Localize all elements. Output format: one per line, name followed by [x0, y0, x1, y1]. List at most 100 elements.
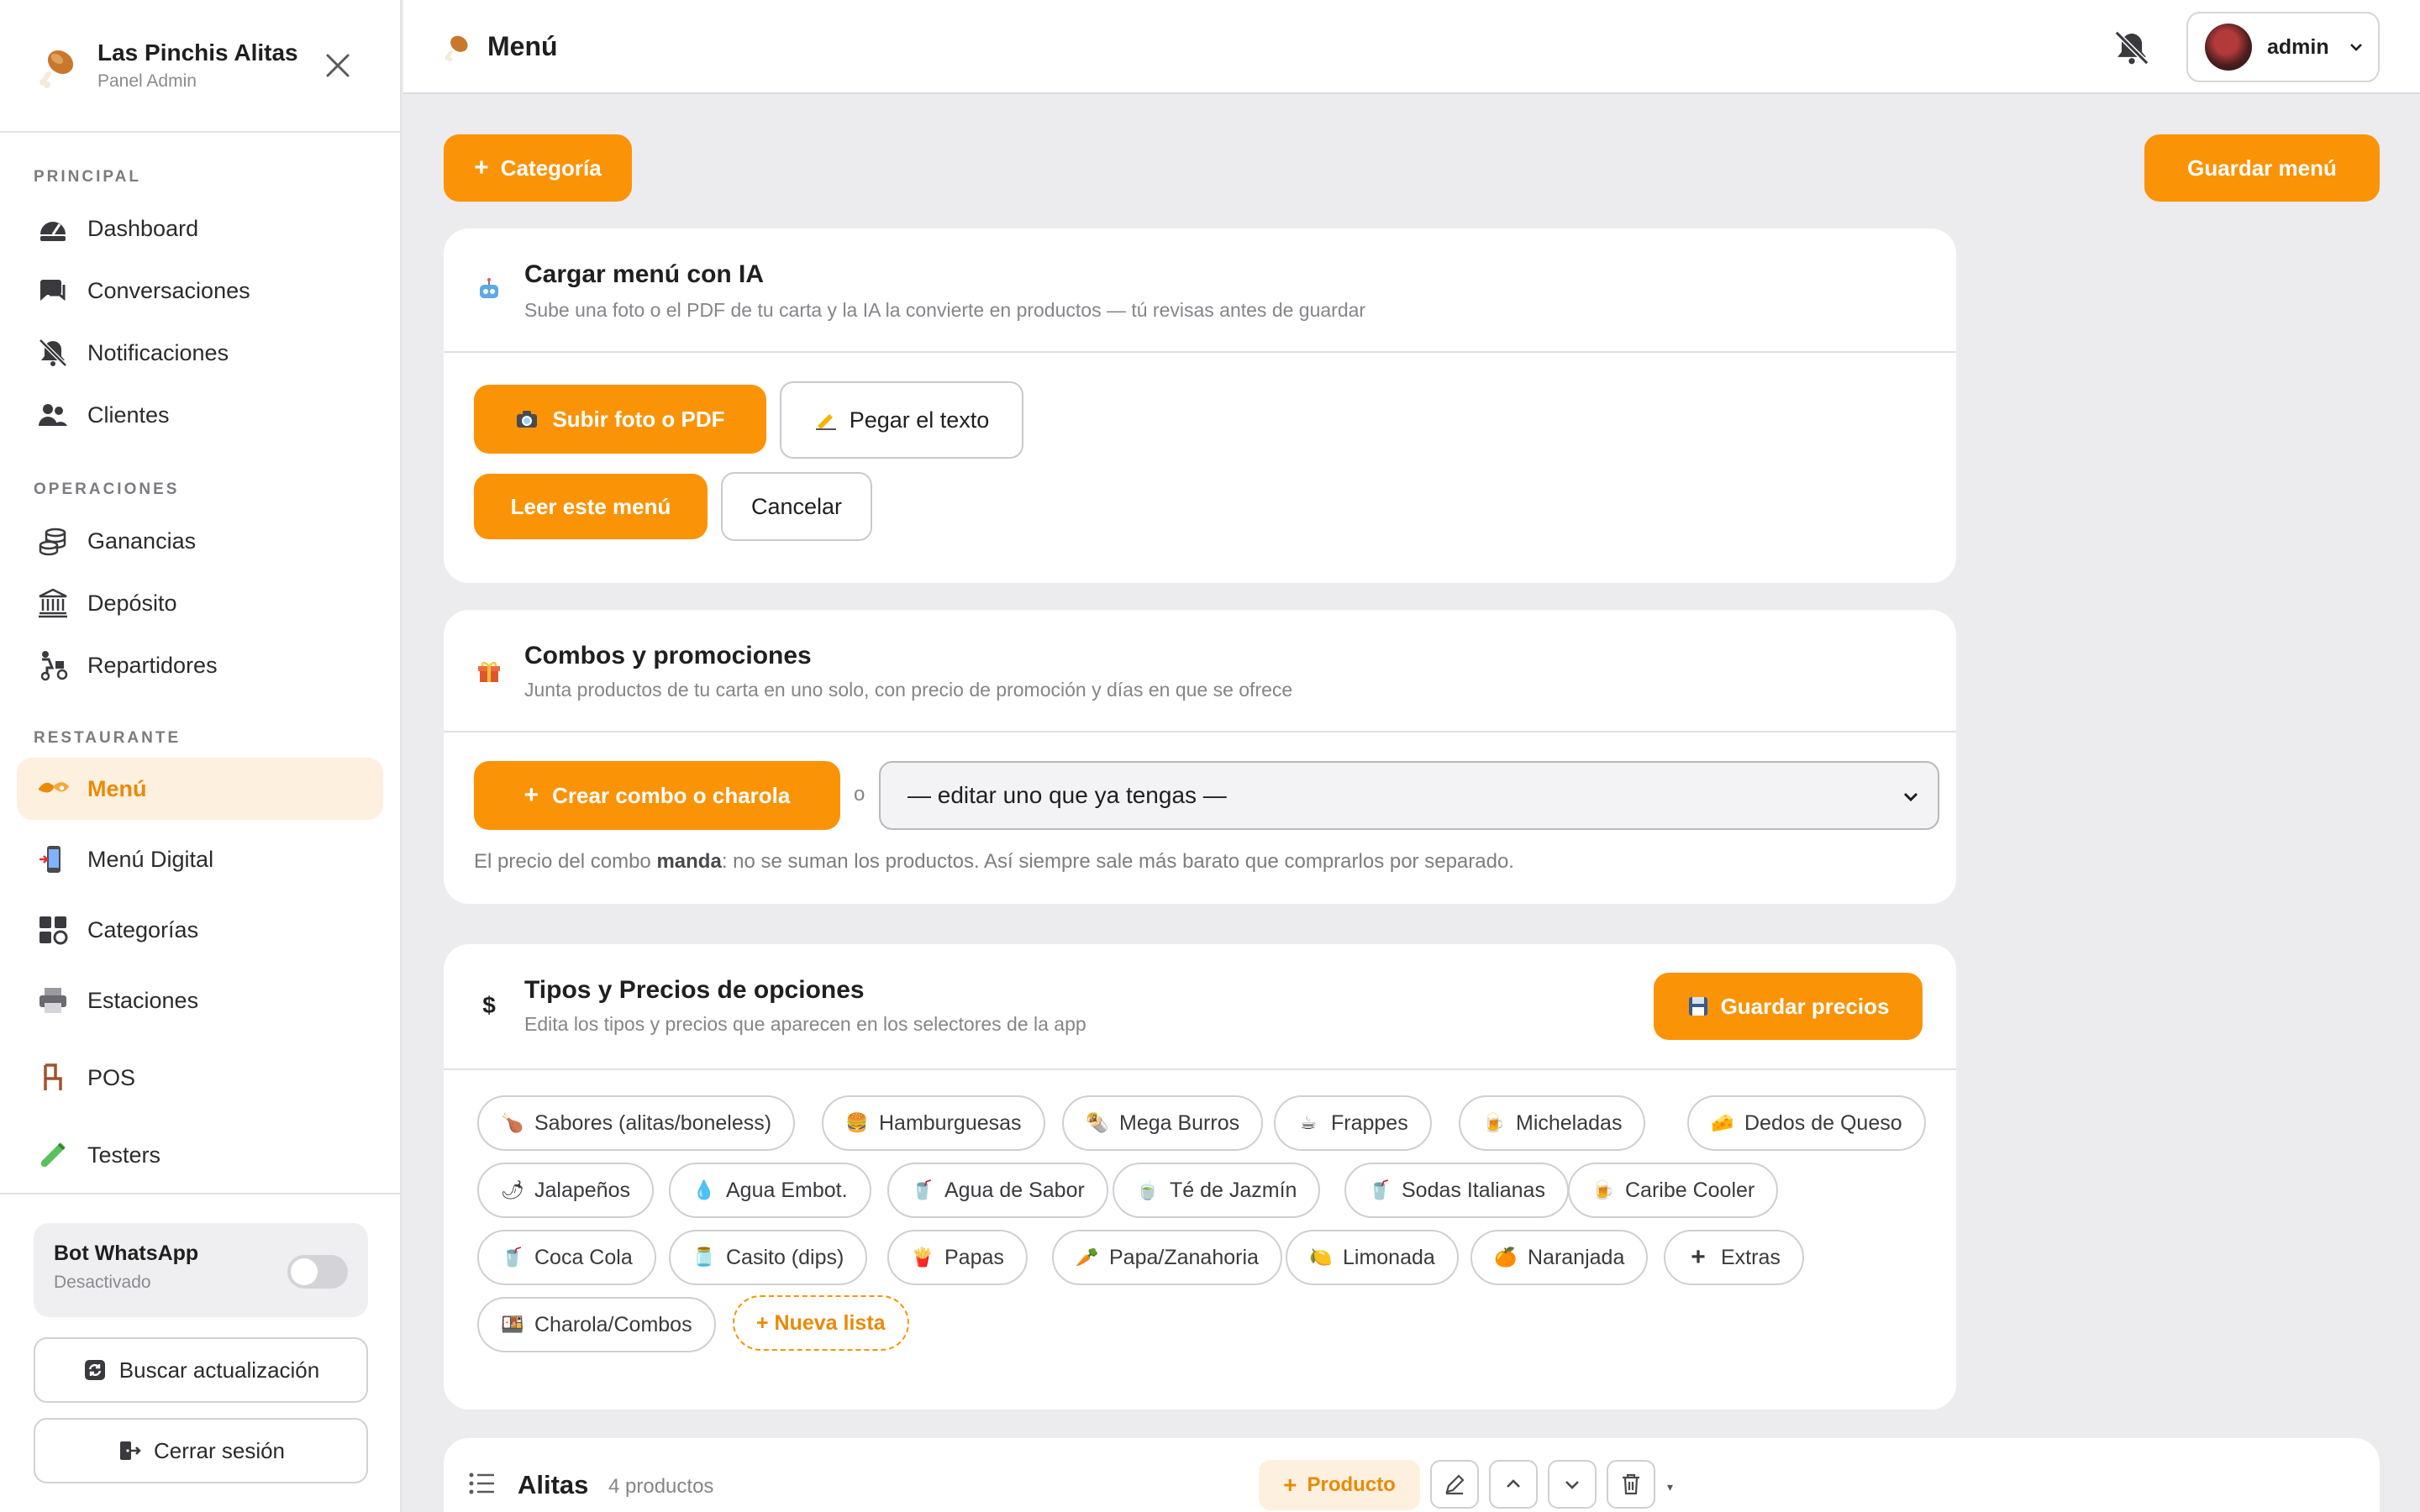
paste-text-button[interactable]: Pegar el texto	[780, 381, 1023, 459]
sidebar-item-label: POS	[87, 1064, 136, 1090]
chevron-down-icon	[1562, 1474, 1582, 1494]
combo-select-value: — editar uno que ya tengas —	[908, 782, 1227, 808]
robot-icon	[474, 274, 504, 304]
sidebar-item-testers[interactable]: Testers	[17, 1124, 383, 1186]
close-icon[interactable]	[321, 49, 355, 82]
read-menu-button[interactable]: Leer este menú	[474, 474, 708, 539]
sidebar-item-clientes[interactable]: Clientes	[17, 384, 383, 446]
chip-hamburguesas[interactable]: 🍔 Hamburguesas	[822, 1095, 1045, 1151]
sidebar-item-label: Estaciones	[87, 987, 199, 1013]
chip-dedos-de-queso[interactable]: 🧀 Dedos de Queso	[1687, 1095, 1926, 1151]
chat-icon	[35, 273, 71, 308]
sidebar-section-restaurante: RESTAURANTE	[0, 729, 400, 748]
add-product-button[interactable]: + Producto	[1259, 1460, 1420, 1510]
sidebar-nav-operaciones: Ganancias Depósito Repartidores	[0, 510, 400, 696]
chip-label: Hamburguesas	[879, 1110, 1022, 1135]
sidebar-item-menu-digital[interactable]: Menú Digital	[17, 828, 383, 890]
chip-charola-combos[interactable]: 🍱 Charola/Combos	[477, 1297, 716, 1352]
new-list-button[interactable]: + Nueva lista	[733, 1295, 909, 1351]
user-menu-button[interactable]: admin	[2186, 12, 2380, 82]
chip-jalapenos[interactable]: 🌶 Jalapeños	[477, 1163, 654, 1218]
create-combo-label: Crear combo o charola	[552, 782, 791, 808]
beer-icon: 🍺	[1591, 1179, 1615, 1200]
sidebar-item-label: Categorías	[87, 916, 199, 942]
category-count: 4 productos	[608, 1475, 714, 1498]
edit-category-button[interactable]	[1430, 1460, 1479, 1509]
sidebar-item-label: Clientes	[87, 402, 170, 428]
update-button[interactable]: Buscar actualización	[34, 1337, 368, 1403]
chip-papa-zanahoria[interactable]: 🥕 Papa/Zanahoria	[1052, 1230, 1282, 1285]
ai-card-title: Cargar menú con IA	[524, 260, 765, 288]
gift-icon	[474, 657, 504, 687]
plus-icon: +	[474, 154, 489, 181]
sidebar-item-dashboard[interactable]: Dashboard	[17, 197, 383, 260]
combo-select[interactable]: — editar uno que ya tengas —	[879, 761, 1939, 830]
chip-frappes[interactable]: ☕ Frappes	[1274, 1095, 1432, 1151]
chip-label: Frappes	[1331, 1110, 1408, 1135]
move-up-button[interactable]	[1489, 1460, 1538, 1509]
sidebar-item-estaciones[interactable]: Estaciones	[17, 969, 383, 1032]
chip-agua-embot[interactable]: 💧 Agua Embot.	[669, 1163, 871, 1218]
sidebar-nav-restaurante: Menú Menú Digital Categorías Estaciones …	[0, 758, 400, 1186]
jar-icon: 🫙	[692, 1247, 716, 1268]
chip-casito-dips[interactable]: 🫙 Casito (dips)	[669, 1230, 868, 1285]
delete-category-button[interactable]	[1607, 1460, 1655, 1509]
users-icon	[35, 397, 71, 433]
chip-extras[interactable]: + Extras	[1664, 1230, 1804, 1285]
logout-button-label: Cerrar sesión	[153, 1437, 286, 1463]
logout-button[interactable]: Cerrar sesión	[34, 1418, 368, 1483]
chip-label: Caribe Cooler	[1625, 1178, 1755, 1202]
refresh-icon	[82, 1357, 108, 1383]
more-caret-icon[interactable]: ▾	[1667, 1480, 1673, 1494]
beer-icon: 🍺	[1482, 1112, 1506, 1133]
cancel-label: Cancelar	[750, 493, 843, 519]
combos-card: Combos y promociones Junta productos de …	[444, 610, 1956, 904]
brand-header: Las Pinchis Alitas Panel Admin	[0, 0, 400, 133]
sidebar-item-pos[interactable]: POS	[17, 1047, 383, 1109]
chip-papas[interactable]: 🍟 Papas	[887, 1230, 1028, 1285]
chip-label: Extras	[1721, 1245, 1781, 1269]
sidebar-item-menu[interactable]: Menú	[17, 758, 383, 820]
move-down-button[interactable]	[1548, 1460, 1597, 1509]
chip-caribe-cooler[interactable]: 🍺 Caribe Cooler	[1568, 1163, 1779, 1218]
section-label: PRINCIPAL	[34, 168, 141, 186]
ai-menu-card: Cargar menú con IA Sube una foto o el PD…	[444, 228, 1956, 583]
save-prices-button[interactable]: Guardar precios	[1654, 973, 1923, 1040]
pepper-icon: 🌶	[501, 1179, 524, 1200]
sidebar-item-notificaciones[interactable]: Notificaciones	[17, 322, 383, 384]
combos-card-header: Combos y promociones Junta productos de …	[444, 610, 1956, 732]
option-prices-card: $ Tipos y Precios de opciones Edita los …	[444, 944, 1956, 1410]
chip-micheladas[interactable]: 🍺 Micheladas	[1459, 1095, 1646, 1151]
add-product-label: Producto	[1307, 1473, 1396, 1496]
read-menu-label: Leer este menú	[510, 493, 671, 519]
chip-agua-de-sabor[interactable]: 🥤 Agua de Sabor	[887, 1163, 1108, 1218]
chip-sabores[interactable]: 🍗 Sabores (alitas/boneless)	[477, 1095, 796, 1151]
cup-icon: 🥤	[1368, 1179, 1392, 1200]
chip-coca-cola[interactable]: 🥤 Coca Cola	[477, 1230, 656, 1285]
note-text: El precio del combo	[474, 850, 657, 873]
sidebar-item-categorias[interactable]: Categorías	[17, 899, 383, 961]
chip-sodas-italianas[interactable]: 🥤 Sodas Italianas	[1344, 1163, 1569, 1218]
combos-card-subtitle: Junta productos de tu carta en uno solo,…	[524, 679, 1293, 701]
cancel-button[interactable]: Cancelar	[721, 472, 872, 541]
bell-off-icon[interactable]	[2112, 29, 2151, 67]
chip-mega-burros[interactable]: 🌯 Mega Burros	[1062, 1095, 1264, 1151]
create-combo-button[interactable]: + Crear combo o charola	[474, 761, 840, 830]
orange-icon: 🍊	[1494, 1247, 1518, 1268]
add-category-button[interactable]: + Categoría	[444, 134, 632, 202]
chip-te-de-jazmin[interactable]: 🍵 Té de Jazmín	[1113, 1163, 1321, 1218]
sidebar-item-conversaciones[interactable]: Conversaciones	[17, 260, 383, 322]
bot-toggle[interactable]	[287, 1255, 348, 1289]
chip-limonada[interactable]: 🍋 Limonada	[1286, 1230, 1459, 1285]
drumstick-icon: 🍗	[501, 1112, 524, 1133]
chip-naranjada[interactable]: 🍊 Naranjada	[1470, 1230, 1649, 1285]
section-label: RESTAURANTE	[34, 729, 182, 747]
sidebar-item-ganancias[interactable]: Ganancias	[17, 510, 383, 572]
cup-icon: 🥤	[911, 1179, 934, 1200]
sidebar-item-repartidores[interactable]: Repartidores	[17, 634, 383, 696]
chip-label: Papas	[944, 1245, 1004, 1269]
save-menu-label: Guardar menú	[2187, 155, 2337, 181]
sidebar-item-deposito[interactable]: Depósito	[17, 572, 383, 634]
save-menu-button[interactable]: Guardar menú	[2144, 134, 2380, 202]
upload-photo-button[interactable]: Subir foto o PDF	[474, 385, 766, 454]
